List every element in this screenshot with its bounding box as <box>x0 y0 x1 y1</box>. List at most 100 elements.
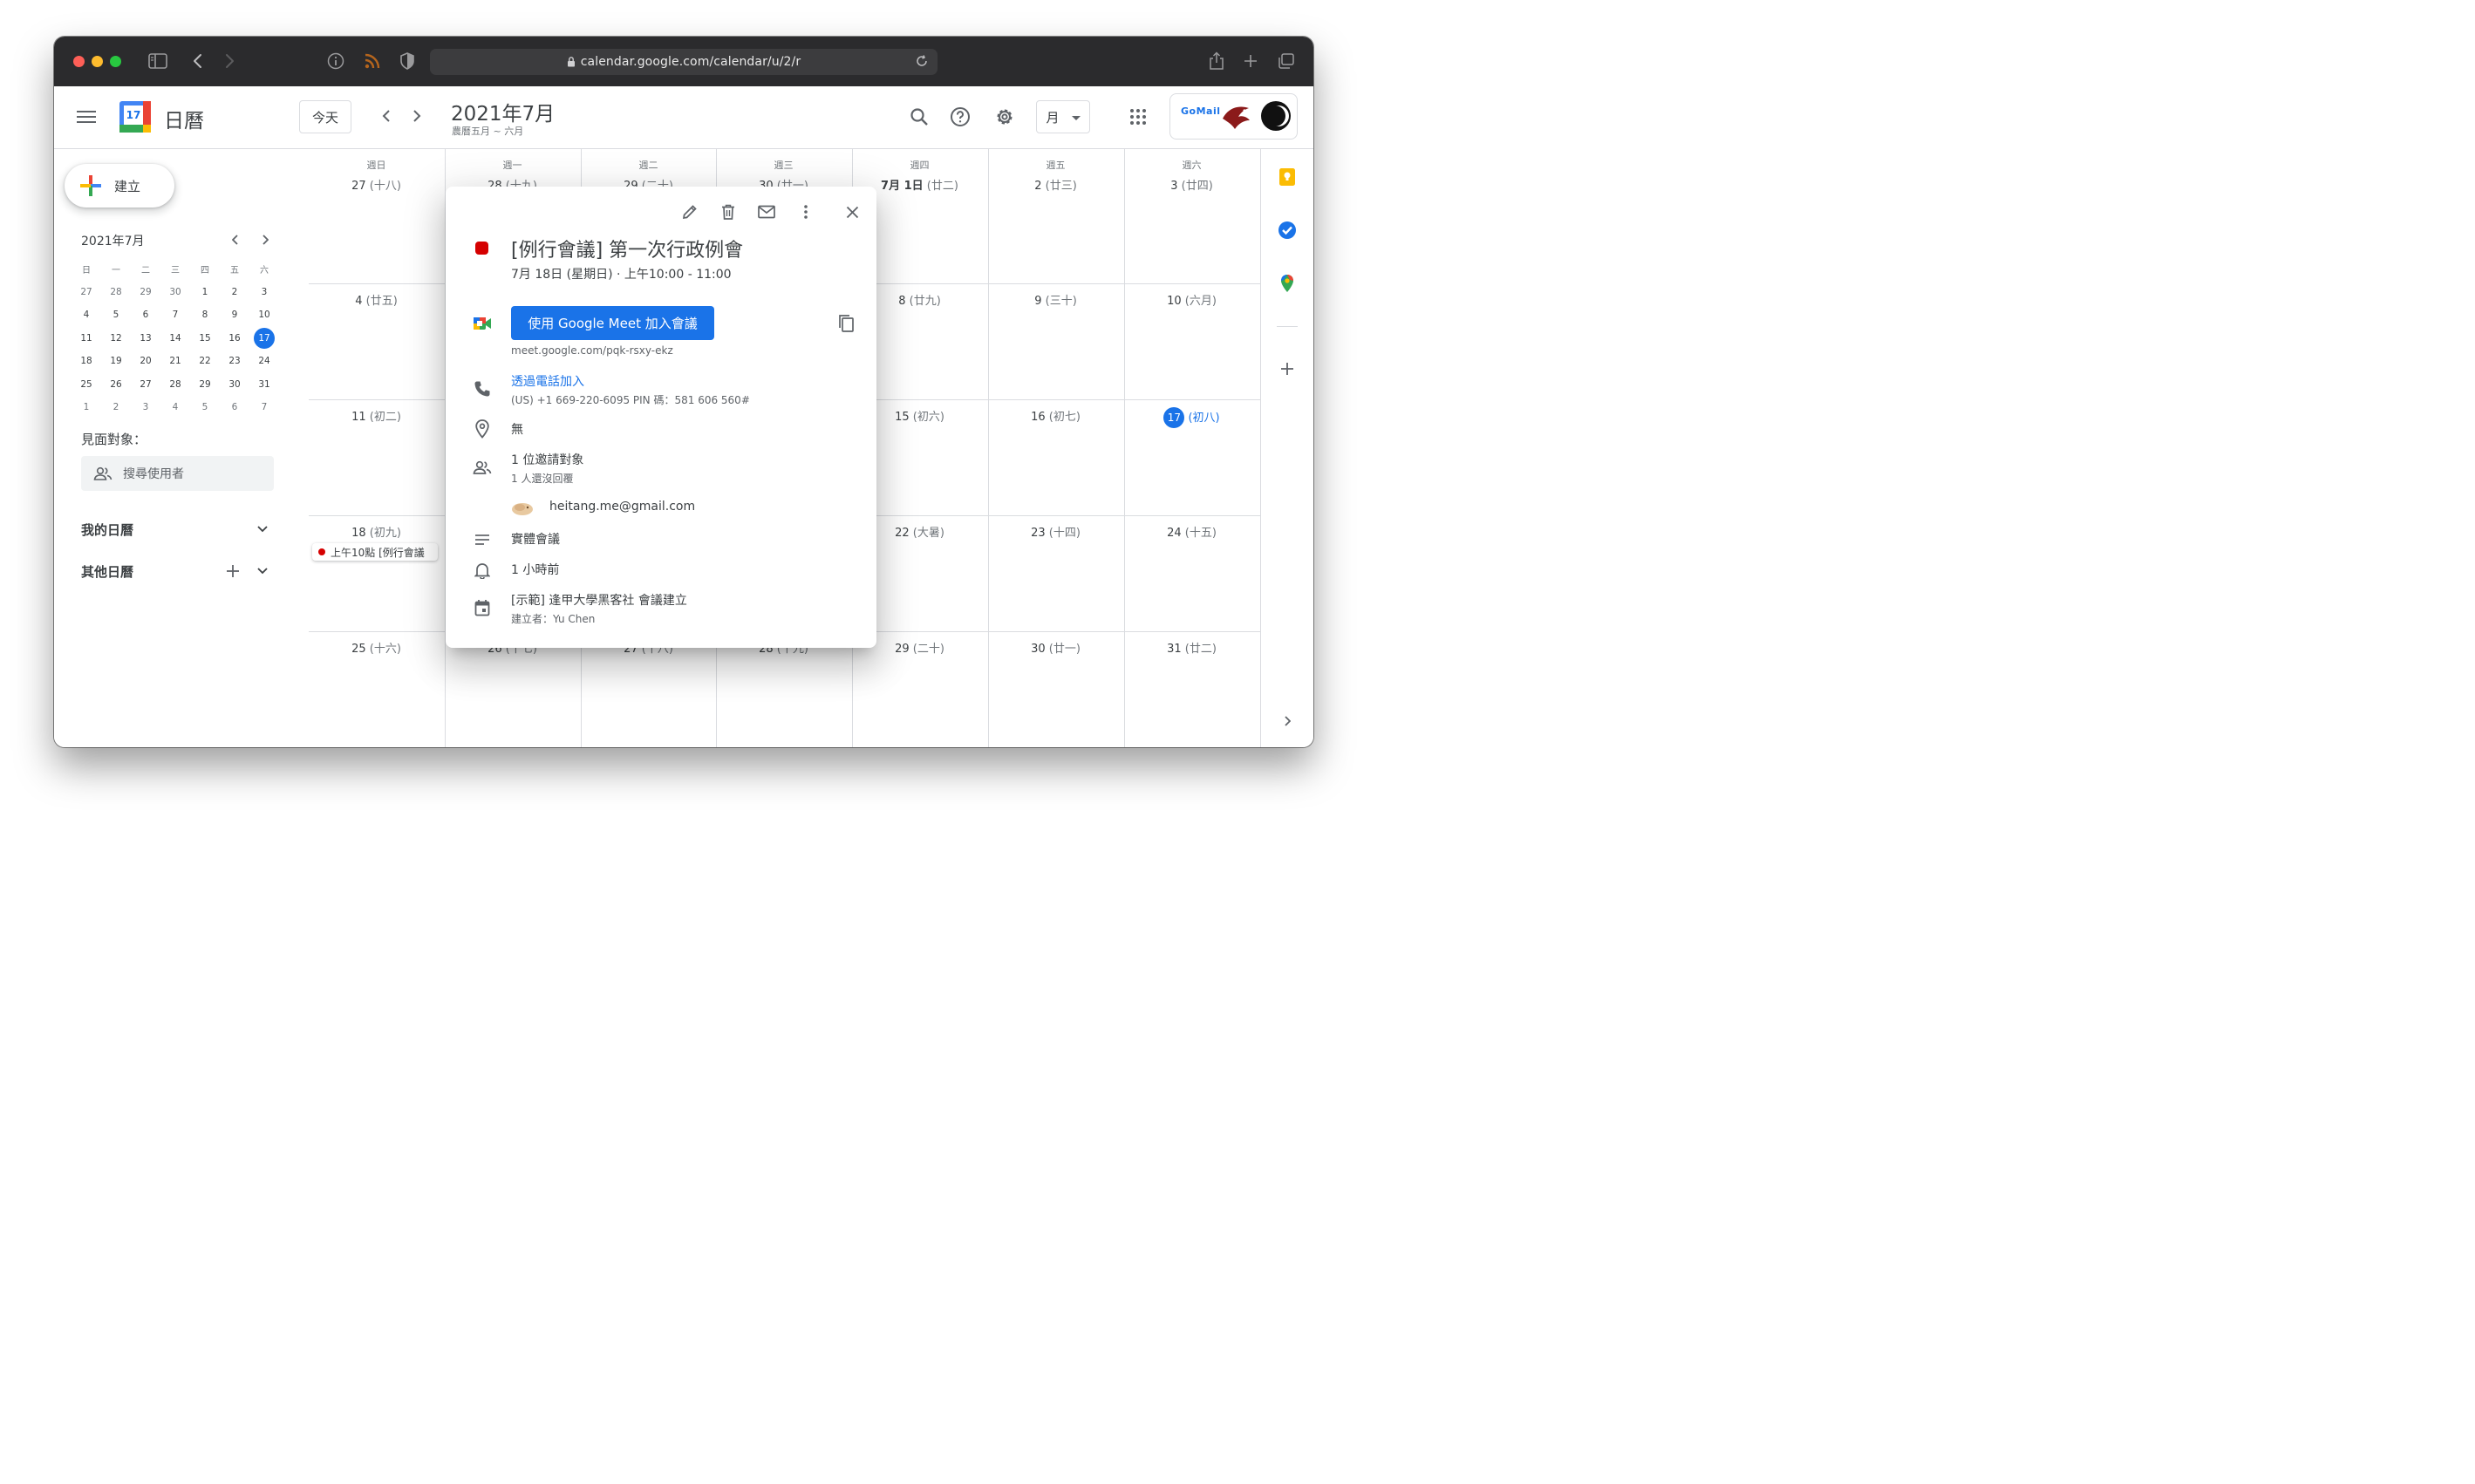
share-icon[interactable] <box>1205 49 1228 73</box>
mini-day[interactable]: 5 <box>101 310 131 320</box>
day-number[interactable]: 3 <box>1170 180 1177 193</box>
meet-link[interactable]: meet.google.com/pqk-rsxy-ekz <box>511 344 673 357</box>
day-number[interactable]: 7月 1日 <box>881 180 924 193</box>
mini-day[interactable]: 5 <box>190 402 220 412</box>
day-number[interactable]: 17 <box>1163 407 1185 428</box>
rss-icon[interactable] <box>361 49 384 73</box>
expand-panel-chevron-icon[interactable] <box>1277 711 1298 732</box>
mini-day[interactable]: 7 <box>160 310 190 320</box>
mini-day[interactable]: 14 <box>160 333 190 344</box>
today-button[interactable]: 今天 <box>299 100 351 133</box>
shield-icon[interactable] <box>396 49 419 73</box>
main-menu-icon[interactable] <box>77 107 96 128</box>
day-number[interactable]: 29 <box>895 643 910 656</box>
minimize-window-button[interactable] <box>92 56 103 67</box>
day-number[interactable]: 16 <box>1031 411 1046 424</box>
tasks-icon[interactable] <box>1277 220 1298 241</box>
day-cell-label[interactable]: 9 (三十) <box>988 291 1123 308</box>
mini-day[interactable]: 8 <box>190 310 220 320</box>
day-number[interactable]: 31 <box>1167 643 1182 656</box>
mini-day[interactable]: 2 <box>220 287 249 297</box>
help-icon[interactable] <box>948 105 972 129</box>
maps-icon[interactable] <box>1277 273 1298 294</box>
mini-day[interactable]: 6 <box>220 402 249 412</box>
day-number[interactable]: 8 <box>898 295 905 308</box>
search-people-input[interactable]: 搜尋使用者 <box>81 456 274 491</box>
join-meet-button[interactable]: 使用 Google Meet 加入會議 <box>511 306 714 340</box>
mini-day[interactable]: 31 <box>249 379 279 390</box>
account-avatar[interactable] <box>1261 101 1291 131</box>
day-cell-label[interactable]: 25 (十六) <box>309 639 444 656</box>
close-window-button[interactable] <box>73 56 85 67</box>
mini-day[interactable]: 3 <box>131 402 160 412</box>
mini-day[interactable]: 21 <box>160 356 190 366</box>
mini-day[interactable]: 4 <box>160 402 190 412</box>
mini-prev-month-button[interactable] <box>227 231 244 248</box>
chevron-down-icon[interactable] <box>257 526 268 533</box>
info-icon[interactable] <box>324 49 347 73</box>
tab-overview-icon[interactable] <box>1275 49 1298 73</box>
next-month-button[interactable] <box>406 106 427 126</box>
day-cell-label[interactable]: 23 (十四) <box>988 523 1123 540</box>
day-cell-label[interactable]: 30 (廿一) <box>988 639 1123 656</box>
mini-day[interactable]: 17 <box>249 327 279 349</box>
mini-day[interactable]: 23 <box>220 356 249 366</box>
mini-day[interactable]: 27 <box>131 379 160 390</box>
day-cell-label[interactable]: 10 (六月) <box>1124 291 1259 308</box>
mini-day[interactable]: 30 <box>220 379 249 390</box>
reload-icon[interactable] <box>915 54 929 71</box>
day-cell-header[interactable]: 週四 7月 1日 (廿二) <box>852 149 987 193</box>
day-number[interactable]: 22 <box>895 527 910 540</box>
day-cell-header[interactable]: 週日 27 (十八) <box>309 149 444 193</box>
day-number[interactable]: 11 <box>351 411 366 424</box>
mini-day[interactable]: 15 <box>190 333 220 344</box>
apps-grid-icon[interactable] <box>1126 105 1150 129</box>
view-selector[interactable]: 月 <box>1036 100 1090 133</box>
day-cell-label[interactable]: 31 (廿二) <box>1124 639 1259 656</box>
mini-day[interactable]: 7 <box>249 402 279 412</box>
mini-day[interactable]: 28 <box>160 379 190 390</box>
new-tab-icon[interactable] <box>1239 49 1262 73</box>
mini-day[interactable]: 3 <box>249 287 279 297</box>
create-button[interactable]: 建立 <box>65 164 174 208</box>
address-bar[interactable]: calendar.google.com/calendar/u/2/r <box>430 49 938 75</box>
day-number[interactable]: 2 <box>1034 180 1041 193</box>
copy-icon[interactable] <box>834 311 858 336</box>
mini-day[interactable]: 16 <box>220 333 249 344</box>
edit-pencil-icon[interactable] <box>678 200 702 224</box>
mini-day[interactable]: 27 <box>72 287 101 297</box>
event-chip[interactable]: 上午10點 [例行會議 <box>312 543 438 561</box>
zoom-window-button[interactable] <box>110 56 121 67</box>
day-cell-header[interactable]: 週五 2 (廿三) <box>988 149 1123 193</box>
mini-day[interactable]: 6 <box>131 310 160 320</box>
day-number[interactable]: 10 <box>1167 295 1182 308</box>
mini-day[interactable]: 1 <box>72 402 101 412</box>
previous-month-button[interactable] <box>376 106 397 126</box>
day-number[interactable]: 24 <box>1167 527 1182 540</box>
mini-day[interactable]: 9 <box>220 310 249 320</box>
more-options-icon[interactable] <box>794 200 818 224</box>
other-calendars-section[interactable]: 其他日曆 <box>81 561 273 582</box>
account-switcher[interactable]: GoMail <box>1169 93 1298 140</box>
day-number[interactable]: 18 <box>351 527 366 540</box>
mini-day[interactable]: 11 <box>72 333 101 344</box>
mini-day[interactable]: 29 <box>131 287 160 297</box>
calendar-logo-icon[interactable]: 17 <box>119 101 151 133</box>
day-number[interactable]: 30 <box>1031 643 1046 656</box>
chevron-down-icon[interactable] <box>257 568 268 575</box>
mini-day[interactable]: 28 <box>101 287 131 297</box>
close-icon[interactable] <box>840 200 864 224</box>
day-cell-label[interactable]: 24 (十五) <box>1124 523 1259 540</box>
mini-next-month-button[interactable] <box>256 231 274 248</box>
mini-day[interactable]: 13 <box>131 333 160 344</box>
mini-day[interactable]: 4 <box>72 310 101 320</box>
email-guests-icon[interactable] <box>754 200 779 224</box>
mini-day[interactable]: 20 <box>131 356 160 366</box>
day-number[interactable]: 25 <box>351 643 366 656</box>
mini-day[interactable]: 12 <box>101 333 131 344</box>
search-icon[interactable] <box>907 105 931 129</box>
sidebar-toggle-icon[interactable] <box>147 49 169 73</box>
mini-day[interactable]: 26 <box>101 379 131 390</box>
day-number[interactable]: 23 <box>1031 527 1046 540</box>
day-number[interactable]: 4 <box>355 295 362 308</box>
